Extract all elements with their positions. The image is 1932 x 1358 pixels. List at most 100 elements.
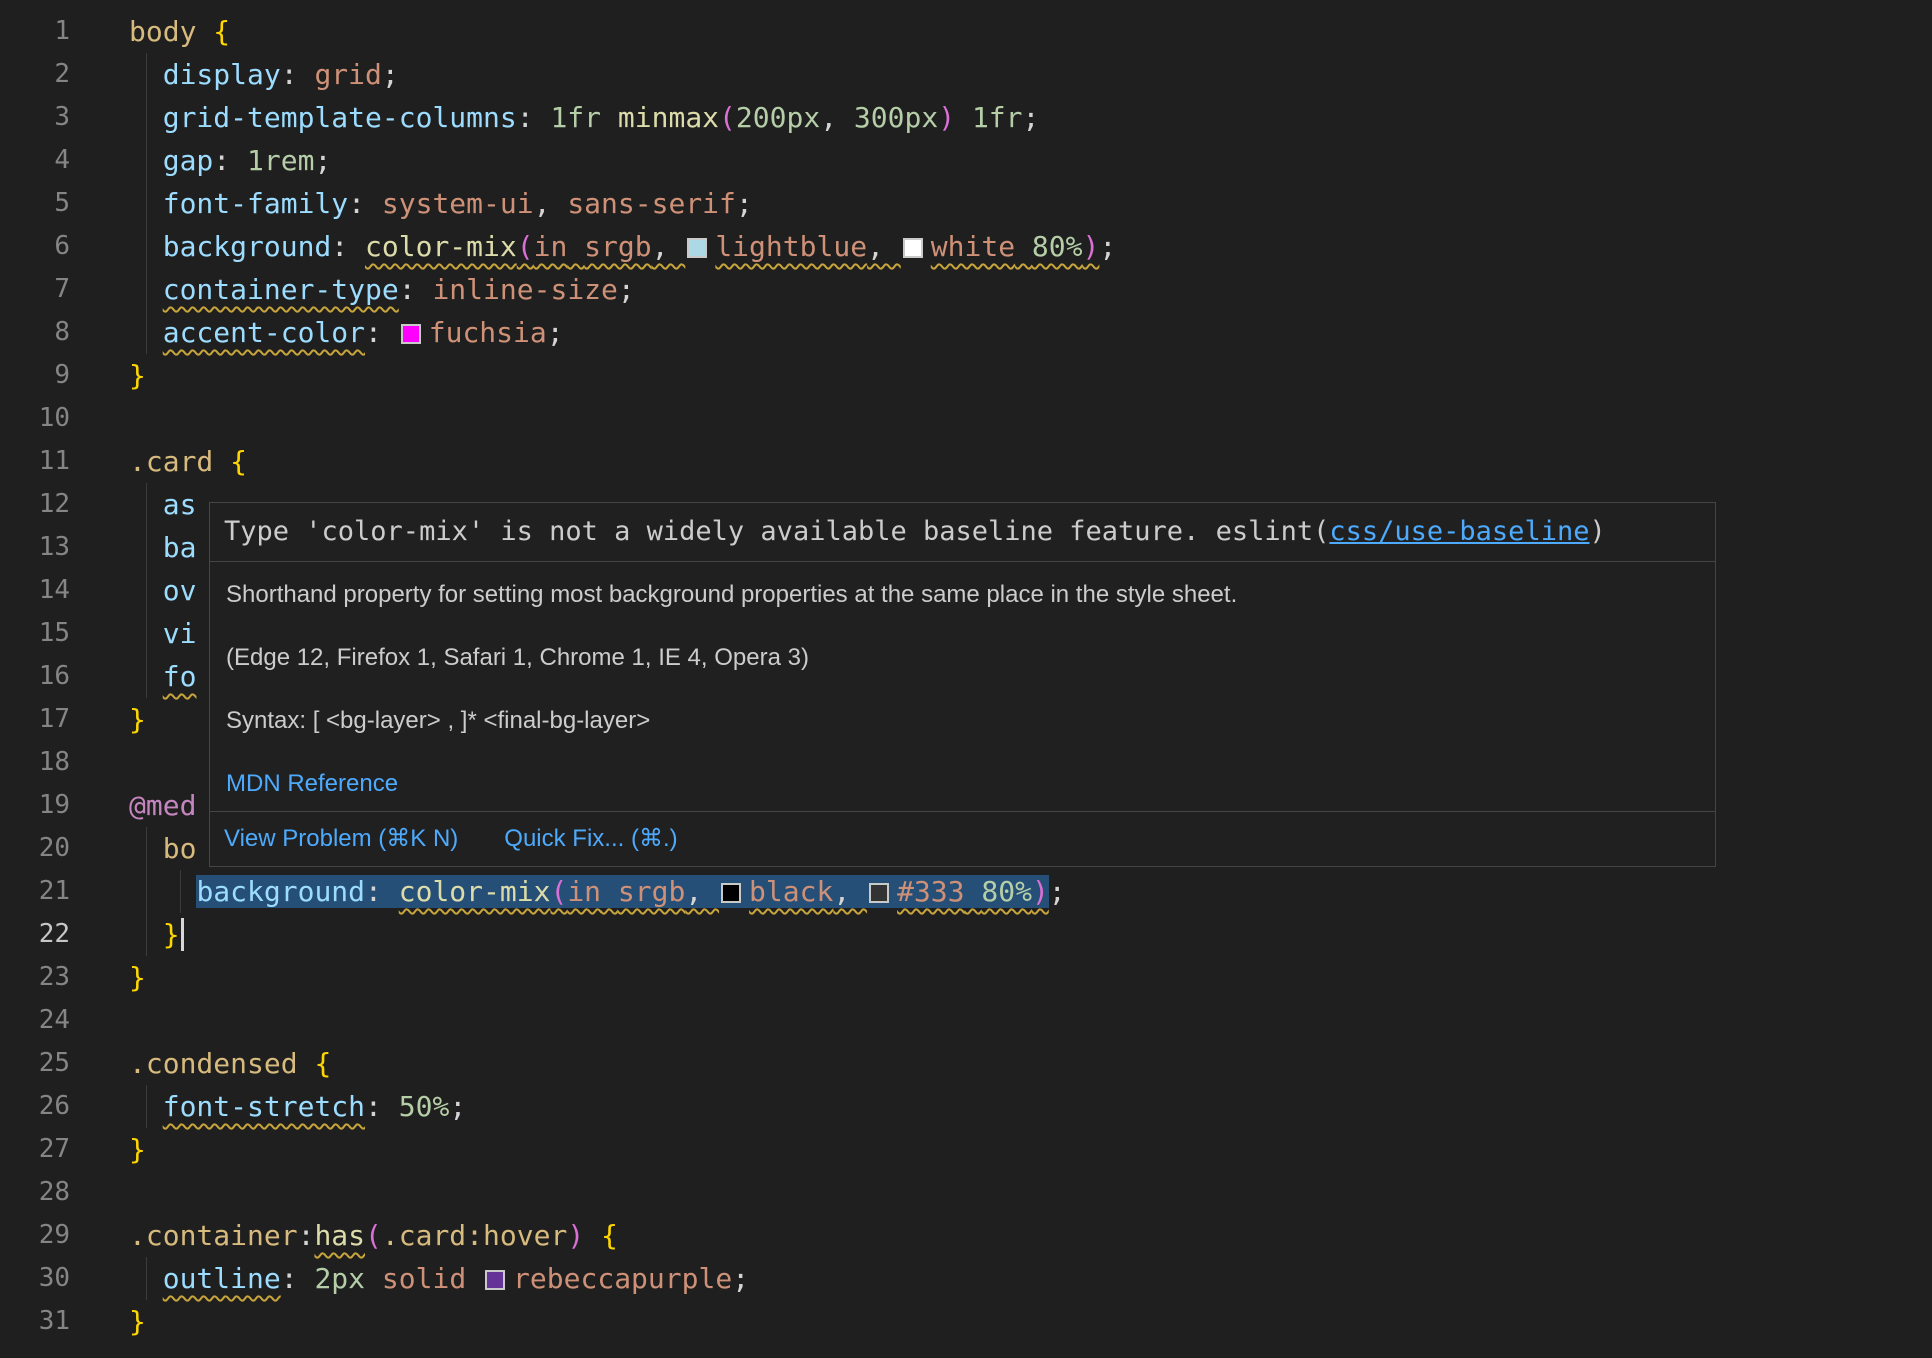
line-number[interactable]: 18: [0, 741, 70, 784]
color-swatch[interactable]: [721, 883, 741, 903]
line-number[interactable]: 5: [0, 182, 70, 225]
code-token: 1fr: [550, 101, 601, 134]
code-line-31[interactable]: 31}: [0, 1300, 1932, 1343]
line-number[interactable]: 26: [0, 1085, 70, 1128]
code-text: grid-template-columns: 1fr minmax(200px,…: [129, 96, 1039, 139]
code-token: body: [129, 15, 196, 48]
code-token: grid-template-columns: [163, 101, 517, 134]
line-number[interactable]: 3: [0, 96, 70, 139]
code-token: [584, 1219, 601, 1252]
code-token: accent-color: [163, 316, 365, 349]
line-number[interactable]: 27: [0, 1128, 70, 1171]
code-line-6[interactable]: 6 background: color-mix(in srgb, lightbl…: [0, 225, 1932, 268]
line-number[interactable]: 14: [0, 569, 70, 612]
code-token: :: [365, 1090, 399, 1123]
code-token: :: [331, 230, 365, 263]
line-number[interactable]: 8: [0, 311, 70, 354]
line-number[interactable]: 16: [0, 655, 70, 698]
line-number[interactable]: 29: [0, 1214, 70, 1257]
mdn-reference-link[interactable]: MDN Reference: [226, 770, 398, 797]
line-number[interactable]: 15: [0, 612, 70, 655]
code-token: ;: [314, 144, 331, 177]
code-line-8[interactable]: 8 accent-color: fuchsia;: [0, 311, 1932, 354]
code-token: {: [601, 1219, 618, 1252]
code-line-7[interactable]: 7 container-type: inline-size;: [0, 268, 1932, 311]
code-token: [129, 1090, 163, 1123]
line-number[interactable]: 9: [0, 354, 70, 397]
code-token: in: [534, 230, 568, 263]
code-token: ;: [736, 187, 753, 220]
line-number[interactable]: 31: [0, 1300, 70, 1343]
code-line-5[interactable]: 5 font-family: system-ui, sans-serif;: [0, 182, 1932, 225]
code-token: font-stretch: [163, 1090, 365, 1123]
code-line-24[interactable]: 24: [0, 999, 1932, 1042]
line-number[interactable]: 13: [0, 526, 70, 569]
color-swatch[interactable]: [869, 883, 889, 903]
code-text: accent-color: fuchsia;: [129, 311, 564, 354]
code-editor: 1body {2 display: grid;3 grid-template-c…: [0, 0, 1932, 1358]
code-line-22[interactable]: 22 }: [0, 913, 1932, 956]
code-line-2[interactable]: 2 display: grid;: [0, 53, 1932, 96]
code-line-28[interactable]: 28: [0, 1171, 1932, 1214]
code-token: [955, 101, 972, 134]
color-swatch[interactable]: [485, 1270, 505, 1290]
code-token: }: [129, 703, 146, 736]
view-problem-action[interactable]: View Problem (⌘K N): [224, 824, 458, 854]
line-number[interactable]: 22: [0, 913, 70, 956]
code-token: [129, 58, 163, 91]
code-line-1[interactable]: 1body {: [0, 10, 1932, 53]
code-token: as: [163, 488, 197, 521]
line-number[interactable]: 24: [0, 999, 70, 1042]
code-line-4[interactable]: 4 gap: 1rem;: [0, 139, 1932, 182]
code-text: display: grid;: [129, 53, 399, 96]
line-number[interactable]: 20: [0, 827, 70, 870]
code-line-9[interactable]: 9}: [0, 354, 1932, 397]
code-line-29[interactable]: 29.container:has(.card:hover) {: [0, 1214, 1932, 1257]
line-number[interactable]: 1: [0, 10, 70, 53]
code-token: grid: [314, 58, 381, 91]
code-text: }: [129, 1128, 146, 1171]
line-number[interactable]: 7: [0, 268, 70, 311]
code-text: fo: [129, 655, 196, 698]
eslint-rule-link[interactable]: css/use-baseline: [1329, 516, 1589, 547]
code-token: (: [550, 875, 567, 908]
code-line-10[interactable]: 10: [0, 397, 1932, 440]
code-token: [129, 273, 163, 306]
hover-widget: Type 'color-mix' is not a widely availab…: [209, 502, 1716, 867]
code-token: [129, 918, 163, 951]
code-line-3[interactable]: 3 grid-template-columns: 1fr minmax(200p…: [0, 96, 1932, 139]
code-line-11[interactable]: 11.card {: [0, 440, 1932, 483]
line-number[interactable]: 25: [0, 1042, 70, 1085]
code-line-23[interactable]: 23}: [0, 956, 1932, 999]
line-number[interactable]: 4: [0, 139, 70, 182]
color-swatch[interactable]: [903, 238, 923, 258]
line-number[interactable]: 23: [0, 956, 70, 999]
color-swatch[interactable]: [401, 324, 421, 344]
code-token: [129, 875, 196, 908]
code-token: white: [901, 230, 1015, 263]
code-line-27[interactable]: 27}: [0, 1128, 1932, 1171]
line-number[interactable]: 11: [0, 440, 70, 483]
code-line-21[interactable]: 21 background: color-mix(in srgb, black,…: [0, 870, 1932, 913]
code-line-25[interactable]: 25.condensed {: [0, 1042, 1932, 1085]
code-token: ;: [1049, 875, 1066, 908]
color-swatch[interactable]: [687, 238, 707, 258]
line-number[interactable]: 30: [0, 1257, 70, 1300]
code-token: }: [129, 359, 146, 392]
line-number[interactable]: 28: [0, 1171, 70, 1214]
line-number[interactable]: 12: [0, 483, 70, 526]
code-token: ,: [867, 230, 901, 263]
code-line-30[interactable]: 30 outline: 2px solid rebeccapurple;: [0, 1257, 1932, 1300]
code-token: lightblue: [685, 230, 867, 263]
code-token: color-mix: [365, 230, 517, 263]
hover-browser-support: (Edge 12, Firefox 1, Safari 1, Chrome 1,…: [226, 643, 1699, 673]
quick-fix-action[interactable]: Quick Fix... (⌘.): [504, 824, 677, 854]
line-number[interactable]: 6: [0, 225, 70, 268]
line-number[interactable]: 17: [0, 698, 70, 741]
line-number[interactable]: 21: [0, 870, 70, 913]
line-number[interactable]: 10: [0, 397, 70, 440]
code-line-26[interactable]: 26 font-stretch: 50%;: [0, 1085, 1932, 1128]
code-token: ,: [833, 875, 867, 908]
line-number[interactable]: 19: [0, 784, 70, 827]
line-number[interactable]: 2: [0, 53, 70, 96]
